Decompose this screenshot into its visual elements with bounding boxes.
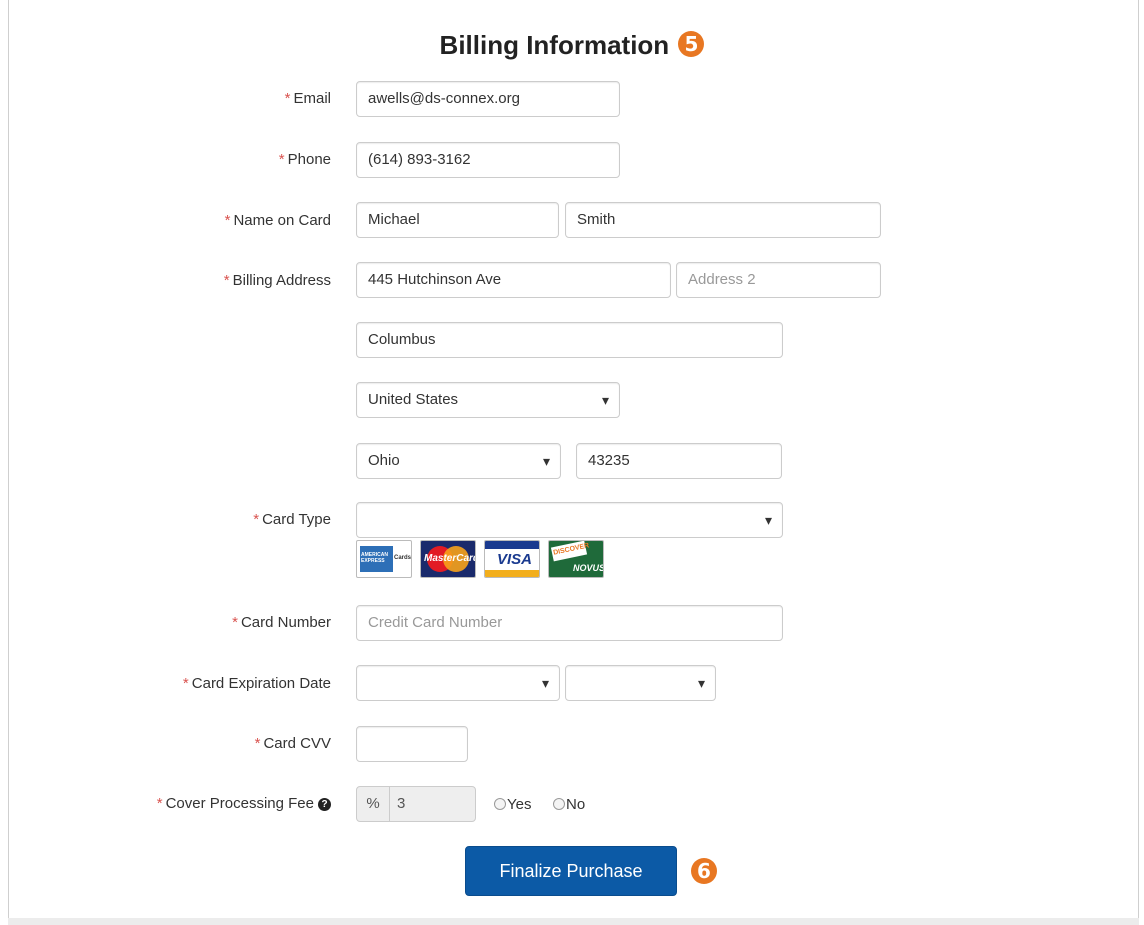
billing-address-label: * Billing Address	[224, 272, 331, 289]
zip-field[interactable]: 43235	[576, 443, 782, 479]
step-5-badge: 5	[678, 31, 705, 57]
required-marker: *	[254, 735, 261, 752]
email-label-text: Email	[293, 90, 331, 107]
card-type-select[interactable]	[356, 502, 783, 538]
phone-field[interactable]: (614) 893-3162	[356, 142, 620, 178]
card-number-placeholder: Credit Card Number	[368, 614, 503, 631]
radio-yes-label: Yes	[507, 796, 532, 813]
expiration-month-select[interactable]	[356, 665, 560, 701]
card-type-label: * Card Type	[253, 511, 331, 528]
processing-fee-yes-option[interactable]: Yes	[494, 796, 531, 813]
required-marker: *	[232, 614, 238, 631]
radio-no[interactable]	[553, 798, 565, 810]
email-field[interactable]: awells@ds-connex.org	[356, 81, 620, 117]
amex-logo-text: AMERICAN EXPRESS	[361, 552, 388, 564]
processing-fee-label: * Cover Processing Fee?	[157, 795, 331, 812]
billing-address-label-text: Billing Address	[232, 272, 331, 289]
address-line-2-placeholder: Address 2	[688, 271, 756, 288]
visa-card-icon: VISA	[484, 540, 540, 578]
required-marker: *	[253, 511, 260, 528]
required-marker: *	[182, 675, 189, 692]
visa-logo-text: VISA	[497, 551, 533, 568]
address-line-1-value: 445 Hutchinson Ave	[368, 271, 502, 288]
required-marker: *	[223, 272, 230, 289]
page-title: Billing Information 5	[0, 28, 1144, 62]
mastercard-logo-text: MasterCard	[424, 553, 476, 564]
percent-addon: %	[357, 787, 390, 821]
american-express-card-icon: AMERICAN EXPRESS Cards	[356, 540, 412, 578]
processing-fee-label-text: Cover Processing Fee	[165, 795, 314, 812]
phone-value: (614) 893-3162	[368, 151, 471, 168]
frame-left-border	[8, 0, 9, 925]
city-field[interactable]: Columbus	[356, 322, 783, 358]
card-type-label-text: Card Type	[262, 511, 331, 528]
novus-logo-text: NOVUS	[573, 563, 604, 573]
last-name-field[interactable]: Smith	[565, 202, 881, 238]
amex-logo-extra: Cards	[394, 555, 412, 561]
phone-label: * Phone	[279, 151, 331, 168]
finalize-purchase-button[interactable]: Finalize Purchase	[465, 846, 677, 896]
required-marker: *	[278, 151, 285, 168]
card-number-label: * Card Number	[232, 614, 331, 631]
card-expiration-label-text: Card Expiration Date	[191, 675, 331, 692]
card-cvv-label-text: Card CVV	[263, 735, 331, 752]
processing-fee-input-group: % 3	[356, 786, 476, 822]
frame-bottom-border	[8, 918, 1139, 925]
card-number-field[interactable]: Credit Card Number	[356, 605, 783, 641]
email-label: * Email	[285, 90, 331, 107]
card-expiration-label: * Card Expiration Date	[183, 675, 331, 692]
card-number-label-text: Card Number	[240, 614, 331, 631]
country-select[interactable]: United States	[356, 382, 620, 418]
address-line-1-field[interactable]: 445 Hutchinson Ave	[356, 262, 671, 298]
radio-yes[interactable]	[494, 798, 506, 810]
expiration-year-select[interactable]	[565, 665, 716, 701]
step-6-badge: 6	[691, 858, 717, 884]
mastercard-card-icon: MasterCard	[420, 540, 476, 578]
processing-fee-no-option[interactable]: No	[553, 796, 585, 813]
frame-right-border	[1138, 0, 1139, 925]
first-name-field[interactable]: Michael	[356, 202, 559, 238]
finalize-purchase-label: Finalize Purchase	[499, 861, 643, 881]
card-cvv-field[interactable]	[356, 726, 468, 762]
discover-novus-card-icon: DISCOVER NOVUS	[548, 540, 604, 578]
processing-fee-value: 3	[397, 795, 406, 812]
state-value: Ohio	[368, 452, 400, 469]
email-value: awells@ds-connex.org	[368, 90, 520, 107]
radio-no-label: No	[566, 796, 586, 813]
address-line-2-field[interactable]: Address 2	[676, 262, 881, 298]
card-cvv-label: * Card CVV	[255, 735, 331, 752]
question-circle-icon[interactable]: ?	[318, 798, 331, 811]
page-title-text: Billing Information	[439, 30, 670, 60]
state-select[interactable]: Ohio	[356, 443, 561, 479]
city-value: Columbus	[368, 331, 436, 348]
zip-value: 43235	[588, 452, 630, 469]
required-marker: *	[284, 90, 291, 107]
country-value: United States	[368, 391, 459, 408]
first-name-value: Michael	[368, 211, 420, 228]
phone-label-text: Phone	[287, 151, 331, 168]
billing-form-page: Billing Information 5 * Email awells@ds-c…	[0, 0, 1144, 925]
required-marker: *	[156, 795, 163, 812]
name-on-card-label-text: Name on Card	[233, 212, 331, 229]
last-name-value: Smith	[577, 211, 616, 228]
required-marker: *	[224, 212, 231, 229]
name-on-card-label: * Name on Card	[225, 212, 331, 229]
